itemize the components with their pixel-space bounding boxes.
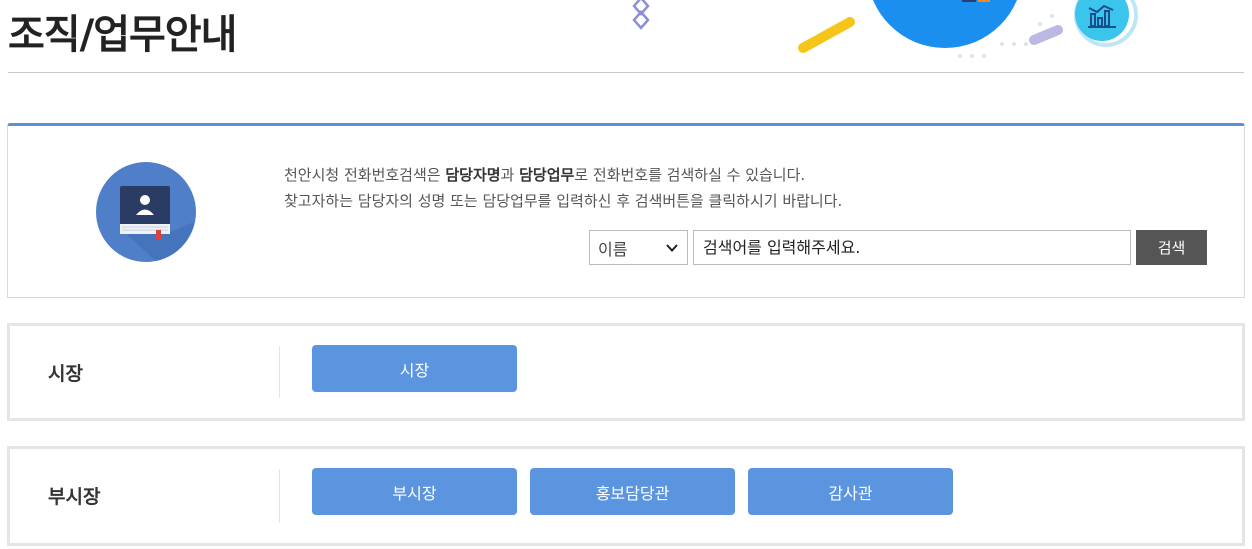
section-label-mayor: 시장 <box>48 363 83 385</box>
dept-button-audit[interactable]: 감사관 <box>748 468 953 515</box>
search-button[interactable]: 검색 <box>1136 230 1207 265</box>
search-type-select[interactable]: 이름 <box>589 230 688 265</box>
section-label-vice-mayor: 부시장 <box>48 486 101 508</box>
dept-button-mayor[interactable]: 시장 <box>312 345 517 392</box>
header-divider <box>8 72 1244 73</box>
bold-keyword-duty: 담당업무 <box>519 166 575 184</box>
dept-button-public-relations[interactable]: 홍보담당관 <box>530 468 735 515</box>
chevron-down-icon <box>666 243 678 252</box>
blue-circle-shape <box>873 0 1017 48</box>
header-illustration <box>600 0 1160 70</box>
dept-button-vice-mayor[interactable]: 부시장 <box>312 468 517 515</box>
mayor-button-row: 시장 <box>312 345 517 392</box>
search-desc-line2: 찾고자하는 담당자의 성명 또는 담당업무를 입력하신 후 검색버튼을 클릭하시… <box>284 192 843 210</box>
section-vice-mayor: 부시장 부시장 홍보담당관 감사관 <box>7 446 1245 546</box>
section-divider <box>279 346 280 398</box>
yellow-bar-shape <box>798 17 855 53</box>
search-desc-line1: 천안시청 전화번호검색은 담당자명과 담당업무로 전화번호를 검색하실 수 있습… <box>284 166 806 184</box>
search-input[interactable] <box>693 230 1131 265</box>
search-controls: 이름 검색 <box>589 230 1207 266</box>
address-book-icon <box>96 162 196 262</box>
diamond-chain-icon <box>632 0 650 30</box>
page-title: 조직/업무안내 <box>8 12 237 58</box>
section-mayor: 시장 시장 <box>7 323 1245 421</box>
search-description: 천안시청 전화번호검색은 담당자명과 담당업무로 전화번호를 검색하실 수 있습… <box>284 162 842 214</box>
bold-keyword-name: 담당자명 <box>445 166 501 184</box>
phone-search-panel: 천안시청 전화번호검색은 담당자명과 담당업무로 전화번호를 검색하실 수 있습… <box>7 123 1245 298</box>
page-header: 조직/업무안내 <box>0 0 1252 74</box>
section-divider <box>279 469 280 523</box>
search-type-value: 이름 <box>598 239 628 259</box>
vice-mayor-button-row: 부시장 홍보담당관 감사관 <box>312 468 953 515</box>
